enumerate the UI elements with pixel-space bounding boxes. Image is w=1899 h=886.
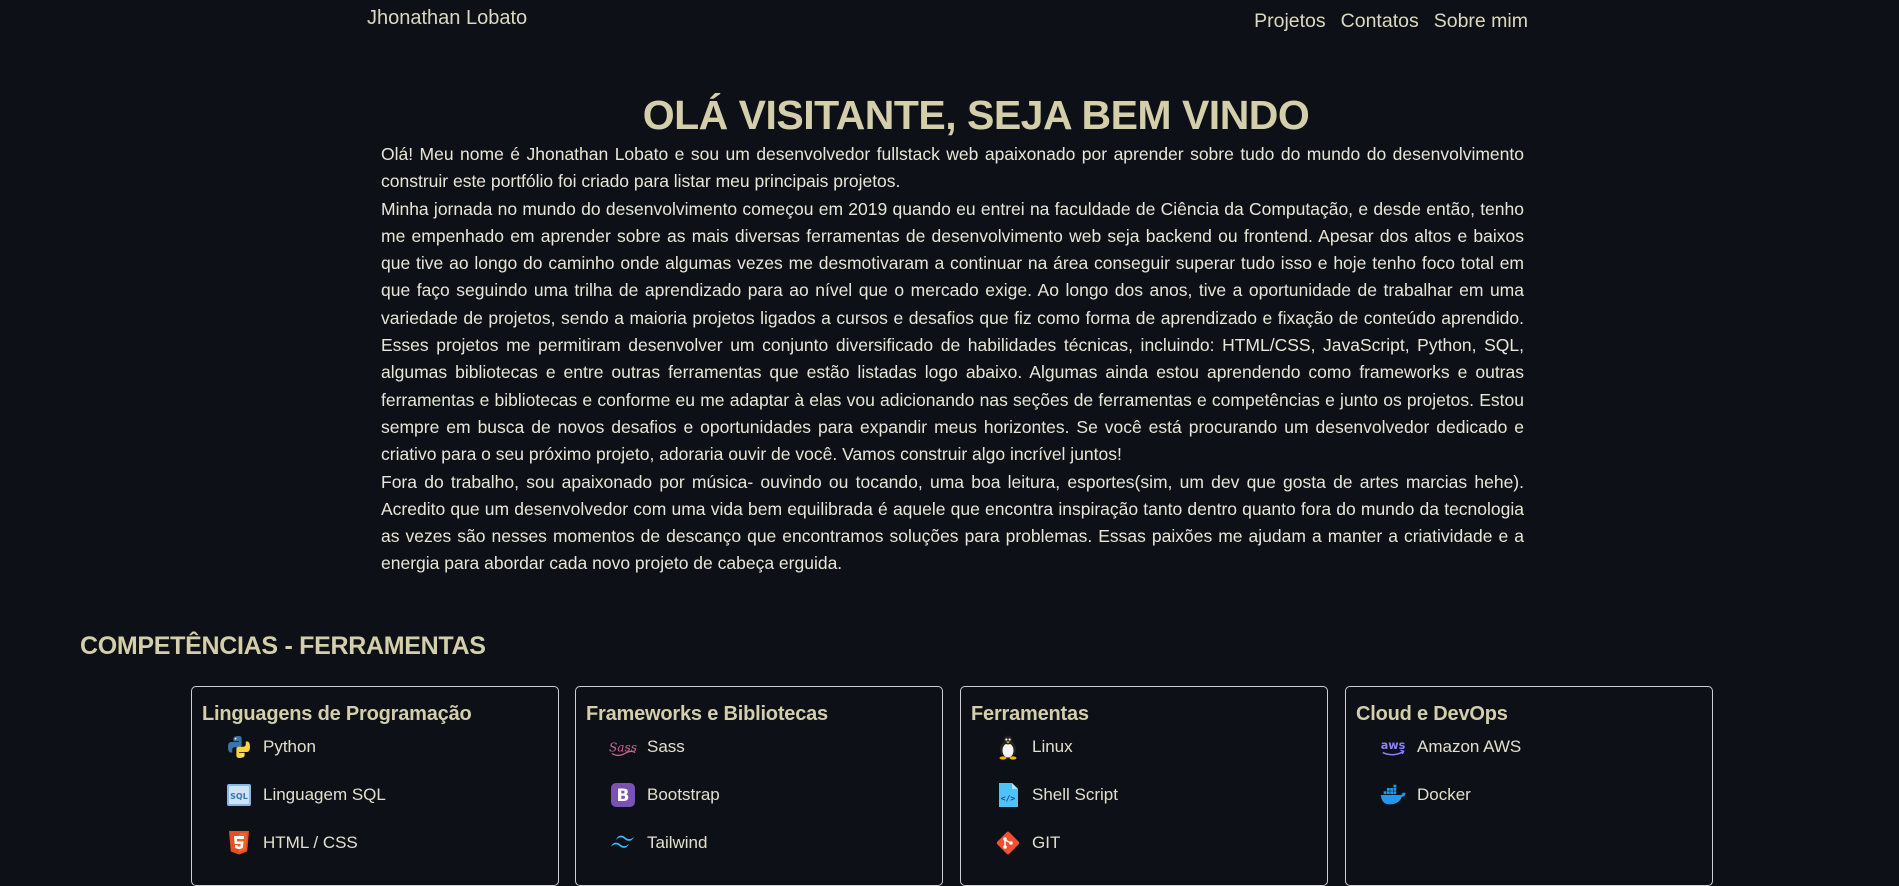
- card-title: Frameworks e Bibliotecas: [586, 703, 828, 725]
- nav-projetos[interactable]: Projetos: [1254, 10, 1326, 33]
- card-cloud-devops: Cloud e DevOps aws Amazon AWS Docker: [1345, 686, 1713, 886]
- skill-label: Python: [263, 737, 316, 756]
- skill-docker[interactable]: Docker: [1379, 781, 1471, 809]
- aws-icon: aws: [1379, 733, 1407, 761]
- skill-label: Amazon AWS: [1417, 737, 1522, 756]
- skill-bootstrap[interactable]: B Bootstrap: [609, 781, 720, 809]
- skill-label: Linguagem SQL: [263, 785, 386, 804]
- about-text: Olá! Meu nome é Jhonathan Lobato e sou u…: [381, 141, 1524, 578]
- svg-text:aws: aws: [1381, 739, 1406, 752]
- skill-linux[interactable]: Linux: [994, 733, 1073, 761]
- svg-text:SQL: SQL: [230, 792, 248, 801]
- card-linguagens: Linguagens de Programação Python SQL Lin…: [191, 686, 559, 886]
- skill-label: Linux: [1032, 737, 1073, 756]
- svg-text:B: B: [617, 786, 630, 806]
- skill-sass[interactable]: Sass Sass: [609, 733, 685, 761]
- skill-shell-script[interactable]: </> Shell Script: [994, 781, 1118, 809]
- python-icon: [225, 733, 253, 761]
- shell-script-icon: </>: [994, 781, 1022, 809]
- skill-python[interactable]: Python: [225, 733, 316, 761]
- skill-label: GIT: [1032, 833, 1061, 852]
- skill-aws[interactable]: aws Amazon AWS: [1379, 733, 1522, 761]
- about-paragraph-2: Minha jornada no mundo do desenvolviment…: [381, 198, 1524, 465]
- skill-label: Shell Script: [1032, 785, 1118, 804]
- skill-label: Tailwind: [647, 833, 708, 852]
- skill-html-css[interactable]: HTML / CSS: [225, 829, 358, 857]
- tailwind-icon: [609, 829, 637, 857]
- git-icon: [994, 829, 1022, 857]
- brand[interactable]: Jhonathan Lobato: [367, 7, 527, 30]
- nav-sobre-mim[interactable]: Sobre mim: [1434, 10, 1528, 33]
- docker-icon: [1379, 781, 1407, 809]
- skill-sql[interactable]: SQL Linguagem SQL: [225, 781, 386, 809]
- main-nav: Projetos Contatos Sobre mim: [1254, 10, 1528, 33]
- card-frameworks: Frameworks e Bibliotecas Sass Sass B Boo…: [575, 686, 943, 886]
- html5-icon: [225, 829, 253, 857]
- skill-label: Bootstrap: [647, 785, 720, 804]
- nav-contatos[interactable]: Contatos: [1341, 10, 1419, 33]
- about-paragraph-3: Fora do trabalho, sou apaixonado por mús…: [381, 471, 1524, 574]
- svg-text:</>: </>: [1001, 794, 1016, 803]
- card-title: Linguagens de Programação: [202, 703, 472, 725]
- card-title: Cloud e DevOps: [1356, 703, 1508, 725]
- skills-title: COMPETÊNCIAS - FERRAMENTAS: [80, 632, 486, 660]
- skill-git[interactable]: GIT: [994, 829, 1060, 857]
- skill-label: Sass: [647, 737, 685, 756]
- skill-tailwind[interactable]: Tailwind: [609, 829, 707, 857]
- linux-icon: [994, 733, 1022, 761]
- bootstrap-icon: B: [609, 781, 637, 809]
- sql-icon: SQL: [225, 781, 253, 809]
- card-title: Ferramentas: [971, 703, 1089, 725]
- sass-icon: Sass: [609, 733, 637, 761]
- card-ferramentas: Ferramentas Linux </> Shell Script GIT: [960, 686, 1328, 886]
- about-paragraph-1: Olá! Meu nome é Jhonathan Lobato e sou u…: [381, 144, 1524, 192]
- skill-label: HTML / CSS: [263, 833, 358, 852]
- skill-label: Docker: [1417, 785, 1471, 804]
- hero-title: OLÁ VISITANTE, SEJA BEM VINDO: [642, 92, 1310, 138]
- svg-text:Sass: Sass: [609, 741, 637, 755]
